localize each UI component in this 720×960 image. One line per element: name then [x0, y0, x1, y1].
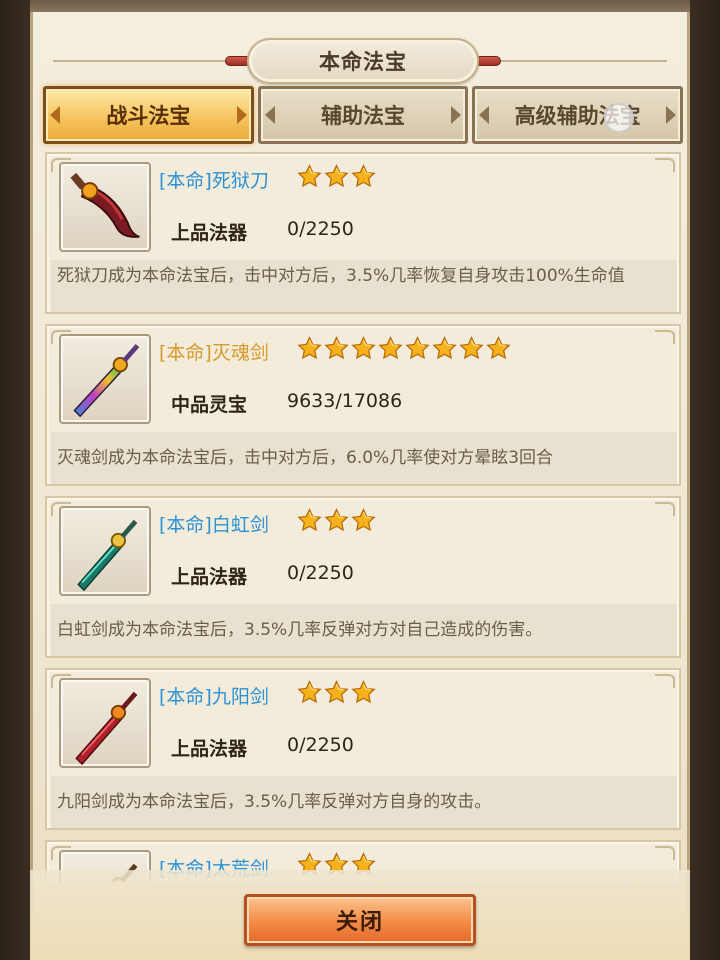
treasure-grade: 上品法器: [171, 222, 248, 244]
star-icon: [324, 164, 349, 193]
star-icon: [351, 336, 376, 365]
tab-arrow-left-icon: [264, 106, 275, 124]
treasure-card[interactable]: [本命]灭魂剑 中品灵宝 9633/17086 灭魂剑成为本命法宝后，击中对方后…: [45, 324, 681, 486]
star-rating: [297, 336, 511, 365]
treasure-description: 九阳剑成为本命法宝后，3.5%几率反弹对方自身的攻击。: [51, 776, 677, 828]
star-rating: [297, 164, 376, 193]
card-corner-ornament: [655, 502, 675, 516]
star-icon: [297, 336, 322, 365]
card-corner-ornament: [655, 158, 675, 172]
star-icon: [324, 680, 349, 709]
star-icon: [324, 508, 349, 537]
star-icon: [486, 336, 511, 365]
treasure-card[interactable]: [本命]九阳剑 上品法器 0/2250 九阳剑成为本命法宝后，3.5%几率反弹对…: [45, 668, 681, 830]
treasure-grade: 上品法器: [171, 566, 248, 588]
title-divider-left: [53, 60, 233, 62]
title-divider-right: [487, 60, 667, 62]
treasure-progress: 0/2250: [287, 218, 354, 240]
treasure-progress: 9633/17086: [287, 390, 403, 412]
treasure-card[interactable]: [本命]死狱刀 上品法器 0/2250 死狱刀成为本命法宝后，击中对方后，3.5…: [45, 152, 681, 314]
dialog-title-plaque: 本命法宝: [247, 38, 479, 84]
tab-bar: 战斗法宝 辅助法宝 高级辅助法宝: [43, 86, 684, 144]
star-icon: [405, 336, 430, 365]
star-icon: [324, 336, 349, 365]
dialog-title: 本命法宝: [319, 50, 407, 74]
star-icon: [378, 336, 403, 365]
red-sword-icon[interactable]: [59, 678, 151, 768]
game-screen: 本命法宝 战斗法宝 辅助法宝 高级辅助法宝 [本命]死狱刀 上品法器 0/225…: [0, 0, 720, 960]
touch-indicator: [604, 103, 635, 133]
star-rating: [297, 680, 376, 709]
treasure-description: 死狱刀成为本命法宝后，击中对方后，3.5%几率恢复自身攻击100%生命值: [51, 260, 677, 312]
treasure-card[interactable]: [本命]白虹剑 上品法器 0/2250 白虹剑成为本命法宝后，3.5%几率反弹对…: [45, 496, 681, 658]
star-icon: [459, 336, 484, 365]
treasure-list[interactable]: [本命]死狱刀 上品法器 0/2250 死狱刀成为本命法宝后，击中对方后，3.5…: [45, 152, 681, 882]
tab-arrow-left-icon: [479, 106, 490, 124]
treasure-name: [本命]死狱刀: [159, 170, 269, 192]
treasure-grade: 中品灵宝: [171, 394, 248, 416]
treasure-name: [本命]灭魂剑: [159, 342, 269, 364]
tab-arrow-right-icon: [451, 106, 462, 124]
treasure-progress: 0/2250: [287, 734, 354, 756]
rainbow-sword-icon[interactable]: [59, 334, 151, 424]
star-icon: [351, 508, 376, 537]
dark-red-saber-icon[interactable]: [59, 162, 151, 252]
star-icon: [351, 680, 376, 709]
tab-arrow-left-icon: [50, 106, 60, 124]
close-button[interactable]: 关闭: [244, 894, 476, 946]
star-icon: [297, 680, 322, 709]
tab-arrow-right-icon: [236, 106, 247, 124]
tab-combat-treasure[interactable]: 战斗法宝: [43, 86, 254, 144]
treasure-description: 灭魂剑成为本命法宝后，击中对方后，6.0%几率使对方晕眩3回合: [51, 432, 677, 484]
jade-sword-icon[interactable]: [59, 506, 151, 596]
close-button-label: 关闭: [335, 910, 384, 935]
card-corner-ornament: [655, 330, 675, 344]
tab-label: 战斗法宝: [106, 104, 191, 128]
star-icon: [297, 508, 322, 537]
star-icon: [432, 336, 457, 365]
card-corner-ornament: [655, 674, 675, 688]
tab-advanced-support-treasure[interactable]: 高级辅助法宝: [472, 86, 684, 144]
treasure-progress: 0/2250: [287, 562, 354, 584]
star-icon: [297, 164, 322, 193]
magic-treasure-dialog: 本命法宝 战斗法宝 辅助法宝 高级辅助法宝 [本命]死狱刀 上品法器 0/225…: [30, 12, 690, 960]
tab-arrow-right-icon: [666, 106, 677, 124]
treasure-name: [本命]白虹剑: [159, 514, 269, 536]
treasure-name: [本命]九阳剑: [159, 686, 269, 708]
star-rating: [297, 508, 376, 537]
tab-support-treasure[interactable]: 辅助法宝: [257, 86, 469, 144]
card-corner-ornament: [655, 846, 675, 860]
star-icon: [351, 164, 376, 193]
tab-label: 辅助法宝: [321, 104, 405, 128]
treasure-grade: 上品法器: [171, 738, 248, 760]
treasure-description: 白虹剑成为本命法宝后，3.5%几率反弹对方对自己造成的伤害。: [51, 604, 677, 656]
